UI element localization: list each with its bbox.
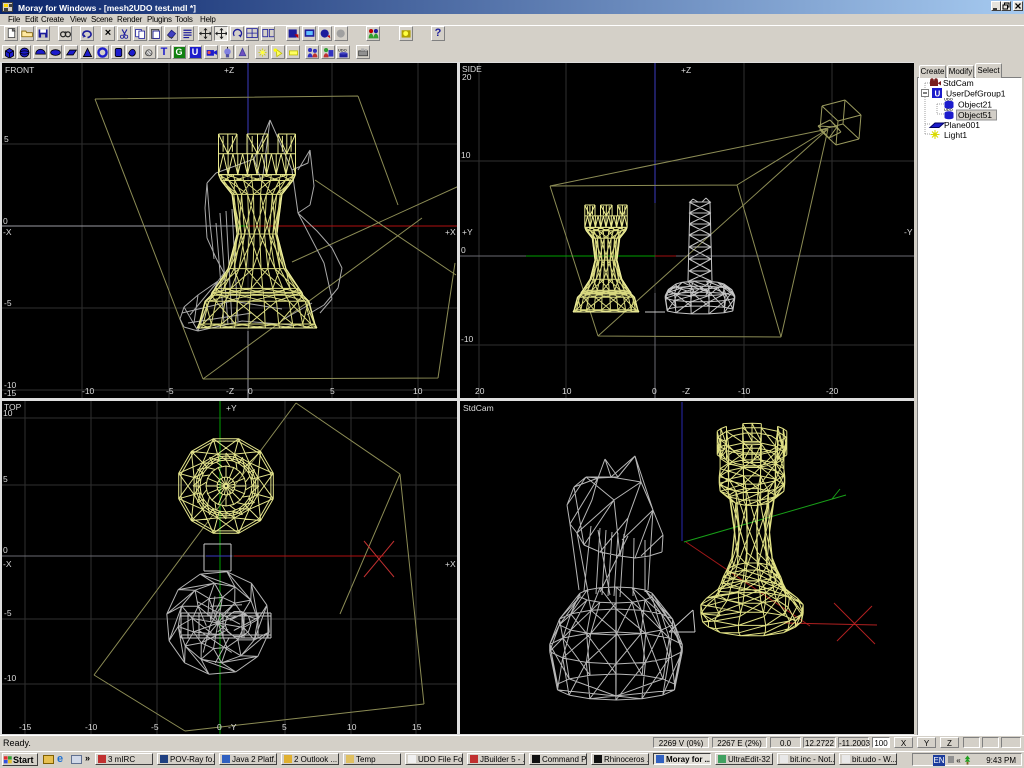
svg-text:0: 0: [248, 386, 253, 396]
svg-text:UserDefGroup1: UserDefGroup1: [946, 89, 1006, 99]
svg-text:-10: -10: [85, 722, 98, 732]
svg-text:+X: +X: [445, 227, 456, 237]
svg-text:+Y: +Y: [462, 227, 473, 237]
svg-text:0: 0: [217, 722, 222, 732]
svg-text:-10: -10: [82, 386, 95, 396]
svg-text:10: 10: [413, 386, 423, 396]
svg-text:U: U: [935, 90, 941, 99]
svg-text:-Z: -Z: [226, 386, 234, 396]
svg-text:StdCam: StdCam: [943, 78, 974, 88]
svg-text:-5: -5: [166, 386, 174, 396]
svg-text:-5: -5: [4, 608, 12, 618]
svg-text:0: 0: [3, 545, 8, 555]
svg-text:-15: -15: [4, 388, 17, 398]
svg-text:UDO: UDO: [338, 48, 347, 53]
svg-text:0: 0: [3, 216, 8, 226]
svg-text:FRONT: FRONT: [5, 65, 34, 75]
svg-text:+Z: +Z: [224, 65, 234, 75]
svg-text:+Z: +Z: [681, 65, 691, 75]
svg-text:10: 10: [562, 386, 572, 396]
svg-text:0: 0: [461, 245, 466, 255]
svg-text:5: 5: [330, 386, 335, 396]
svg-text:-Z: -Z: [682, 386, 690, 396]
svg-text:-10: -10: [461, 334, 474, 344]
svg-text:-15: -15: [19, 722, 32, 732]
svg-text:20: 20: [475, 386, 485, 396]
svg-text:-10: -10: [4, 673, 17, 683]
svg-text:StdCam: StdCam: [463, 403, 494, 413]
svg-text:Object21: Object21: [958, 100, 992, 110]
svg-text:0: 0: [652, 386, 657, 396]
svg-text:-10: -10: [738, 386, 751, 396]
svg-text:+Y: +Y: [226, 403, 237, 413]
svg-text:+X: +X: [445, 559, 456, 569]
svg-text:10: 10: [461, 150, 471, 160]
svg-text:-X: -X: [3, 227, 12, 237]
svg-text:Light1: Light1: [944, 130, 967, 140]
svg-text:-20: -20: [826, 386, 839, 396]
svg-text:20: 20: [462, 72, 472, 82]
svg-text:5: 5: [3, 474, 8, 484]
svg-text:-5: -5: [4, 298, 12, 308]
svg-text:15: 15: [412, 722, 422, 732]
svg-text:-X: -X: [3, 559, 12, 569]
svg-text:10: 10: [347, 722, 357, 732]
svg-text:-Y: -Y: [228, 722, 237, 732]
svg-text:5: 5: [282, 722, 287, 732]
svg-text:-5: -5: [151, 722, 159, 732]
svg-text:Plane001: Plane001: [944, 120, 980, 130]
svg-text:5: 5: [4, 134, 9, 144]
svg-text:-Y: -Y: [904, 227, 913, 237]
svg-text:10: 10: [3, 408, 13, 418]
svg-text:Object51: Object51: [958, 110, 992, 120]
